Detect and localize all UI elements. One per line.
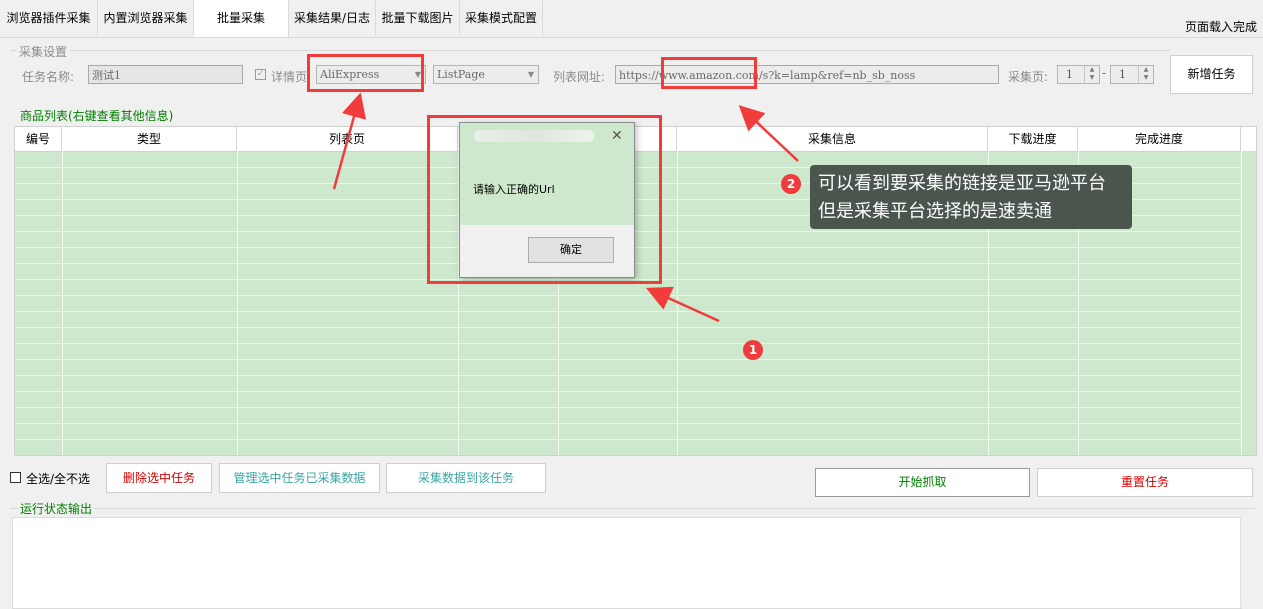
arrow-to-platform (332, 92, 367, 190)
arrow-to-url (738, 105, 799, 162)
arrow-to-dialog (645, 286, 720, 323)
annotation-badge-1: 1 (743, 340, 763, 360)
callout-line-2: 但是采集平台选择的是速卖通 (818, 201, 1052, 222)
annotation-arrows (332, 92, 799, 323)
callout-line-1: 可以看到要采集的链接是亚马逊平台 (818, 173, 1106, 194)
annotation-callout: 可以看到要采集的链接是亚马逊平台 但是采集平台选择的是速卖通 (810, 165, 1132, 229)
annotation-badge-2: 2 (781, 174, 801, 194)
